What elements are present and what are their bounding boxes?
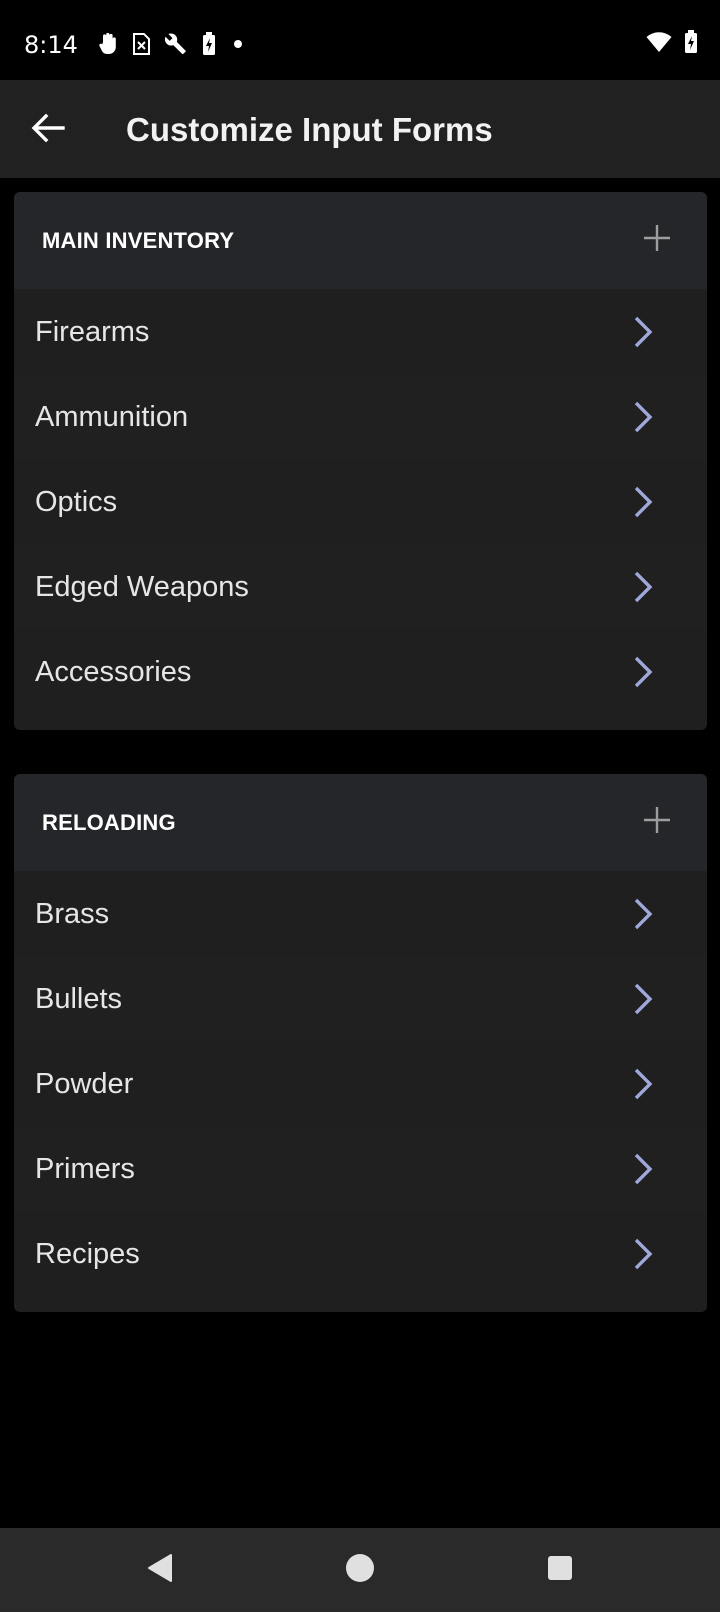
section-title: MAIN INVENTORY [42, 228, 235, 253]
sim-card-icon [132, 33, 150, 55]
list-item-label: Powder [35, 1068, 134, 1100]
list-item-recipes[interactable]: Recipes [14, 1211, 707, 1296]
section-reloading: RELOADING Brass Bullets Powder Primers R… [14, 774, 707, 1312]
home-circle-icon [344, 1552, 376, 1589]
plus-icon [642, 223, 672, 258]
list-item-label: Primers [35, 1153, 135, 1185]
list-item-label: Accessories [35, 656, 192, 688]
battery-saver-icon [202, 32, 216, 56]
status-icons-left [98, 32, 246, 56]
nav-back-button[interactable] [138, 1548, 182, 1592]
list-item-label: Optics [35, 486, 118, 518]
list-item-optics[interactable]: Optics [14, 459, 707, 544]
section-header: MAIN INVENTORY [14, 192, 707, 289]
system-nav-bar [0, 1528, 720, 1612]
app-bar: Customize Input Forms [0, 80, 720, 178]
status-icons-right [646, 30, 698, 54]
section-main-inventory: MAIN INVENTORY Firearms Ammunition Optic… [14, 192, 707, 730]
chevron-right-icon [634, 1238, 653, 1270]
back-triangle-icon [145, 1552, 175, 1589]
chevron-right-icon [634, 401, 653, 433]
list-item-bullets[interactable]: Bullets [14, 956, 707, 1041]
back-button[interactable] [24, 106, 72, 154]
add-form-button[interactable] [635, 218, 679, 262]
list-item-label: Recipes [35, 1238, 140, 1270]
list-item-brass[interactable]: Brass [14, 871, 707, 956]
chevron-right-icon [634, 316, 653, 348]
list-item-edged-weapons[interactable]: Edged Weapons [14, 544, 707, 629]
list-item-label: Ammunition [35, 401, 189, 433]
list-item-accessories[interactable]: Accessories [14, 629, 707, 714]
battery-icon [684, 30, 698, 54]
chevron-right-icon [634, 571, 653, 603]
chevron-right-icon [634, 898, 653, 930]
list-item-primers[interactable]: Primers [14, 1126, 707, 1211]
section-padding [14, 714, 707, 730]
chevron-right-icon [634, 1153, 653, 1185]
page-title: Customize Input Forms [126, 111, 493, 148]
list-item-label: Bullets [35, 983, 123, 1015]
list-item-label: Firearms [35, 316, 150, 348]
list-item-firearms[interactable]: Firearms [14, 289, 707, 374]
wifi-icon [646, 31, 672, 53]
section-header: RELOADING [14, 774, 707, 871]
recents-square-icon [546, 1554, 574, 1587]
section-padding [14, 1296, 707, 1312]
hand-icon [98, 32, 118, 56]
chevron-right-icon [634, 656, 653, 688]
dot-icon [230, 32, 246, 56]
arrow-left-icon [31, 113, 65, 148]
nav-home-button[interactable] [338, 1548, 382, 1592]
plus-icon [642, 805, 672, 840]
chevron-right-icon [634, 1068, 653, 1100]
nav-recents-button[interactable] [538, 1548, 582, 1592]
list-item-powder[interactable]: Powder [14, 1041, 707, 1126]
section-title: RELOADING [42, 810, 176, 835]
wrench-icon [164, 32, 188, 56]
status-bar: 8:14 [0, 0, 720, 80]
add-form-button[interactable] [635, 800, 679, 844]
list-item-label: Brass [35, 898, 110, 930]
chevron-right-icon [634, 486, 653, 518]
list-item-ammunition[interactable]: Ammunition [14, 374, 707, 459]
list-item-label: Edged Weapons [35, 571, 249, 603]
chevron-right-icon [634, 983, 653, 1015]
status-time: 8:14 [24, 31, 78, 59]
